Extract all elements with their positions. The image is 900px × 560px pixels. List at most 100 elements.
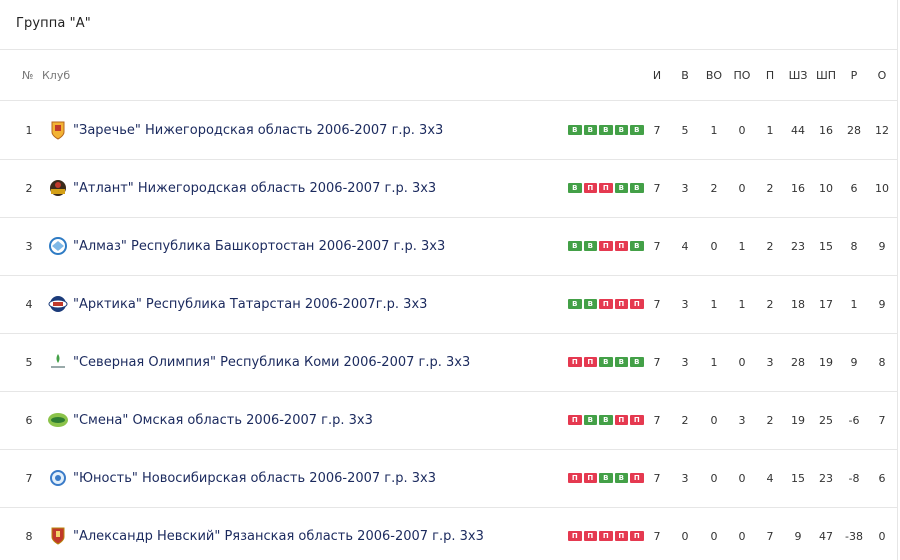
club-link[interactable]: "Юность" Новосибирская область 2006-2007… <box>73 449 436 507</box>
recent-form: ВППВВ <box>568 159 644 217</box>
header-points[interactable]: О <box>870 50 894 100</box>
form-win-badge: В <box>614 473 628 483</box>
club-link[interactable]: "Смена" Омская область 2006-2007 г.р. 3х… <box>73 391 373 449</box>
form-loss-badge: П <box>568 415 582 425</box>
cell-points: 0 <box>878 529 886 543</box>
form-win-badge: В <box>568 241 582 251</box>
cell-goals-scored: 23 <box>791 239 805 253</box>
table-row[interactable]: 2 "Атлант" Нижегородская область 2006-200… <box>0 159 897 217</box>
form-loss-badge: П <box>599 241 613 251</box>
cell-goal-difference: 8 <box>850 239 858 253</box>
form-win-badge: В <box>614 183 628 193</box>
cell-goals-conceded: 19 <box>819 355 833 369</box>
form-win-badge: В <box>568 183 582 193</box>
row-position: 5 <box>25 355 33 369</box>
header-pos: № <box>22 68 34 82</box>
club-link[interactable]: "Северная Олимпия" Республика Коми 2006-… <box>73 333 470 391</box>
cell-points: 6 <box>878 471 886 485</box>
form-loss-badge: П <box>614 241 628 251</box>
cell-overtime-losses: 0 <box>738 181 746 195</box>
cell-goals-scored: 28 <box>791 355 805 369</box>
row-position: 2 <box>25 181 33 195</box>
cell-goal-difference: 28 <box>847 123 861 137</box>
form-win-badge: В <box>583 125 597 135</box>
table-header: № Клуб И В ВО ПО П ШЗ ШП Р О <box>0 50 897 100</box>
cell-losses: 2 <box>766 413 774 427</box>
form-loss-badge: П <box>583 183 597 193</box>
cell-wins: 4 <box>681 239 689 253</box>
form-win-badge: В <box>568 299 582 309</box>
cell-games: 7 <box>653 181 661 195</box>
club-link[interactable]: "Арктика" Республика Татарстан 2006-2007… <box>73 275 427 333</box>
table-row[interactable]: 7 "Юность" Новосибирская область 2006-200… <box>0 449 897 507</box>
club-logo-yunost-icon <box>47 449 69 507</box>
cell-losses: 3 <box>766 355 774 369</box>
form-loss-badge: П <box>583 531 597 541</box>
club-logo-smena-icon <box>47 391 69 449</box>
cell-goal-difference: -8 <box>848 471 860 485</box>
group-title: Группа "А" <box>16 16 91 31</box>
cell-goals-conceded: 17 <box>819 297 833 311</box>
form-win-badge: В <box>614 125 628 135</box>
cell-losses: 2 <box>766 239 774 253</box>
club-link[interactable]: "Александр Невский" Рязанская область 20… <box>73 507 484 560</box>
form-loss-badge: П <box>583 473 597 483</box>
cell-goal-difference: -6 <box>848 413 860 427</box>
row-position: 1 <box>25 123 33 137</box>
form-win-badge: В <box>614 357 628 367</box>
club-link[interactable]: "Заречье" Нижегородская область 2006-200… <box>73 101 443 159</box>
table-row[interactable]: 1 "Заречье" Нижегородская область 2006-20… <box>0 101 897 159</box>
cell-goals-scored: 16 <box>791 181 805 195</box>
cell-overtime-wins: 1 <box>710 123 718 137</box>
form-win-badge: В <box>583 299 597 309</box>
cell-games: 7 <box>653 413 661 427</box>
table-row[interactable]: 5 "Северная Олимпия" Республика Коми 2006… <box>0 333 897 391</box>
club-logo-almaz-icon <box>47 217 69 275</box>
form-loss-badge: П <box>568 473 582 483</box>
table-right-border <box>897 0 898 560</box>
table-row[interactable]: 8 "Александр Невский" Рязанская область 2… <box>0 507 897 560</box>
cell-overtime-wins: 2 <box>710 181 718 195</box>
cell-games: 7 <box>653 239 661 253</box>
header-wins[interactable]: В <box>673 50 697 100</box>
cell-points: 10 <box>875 181 889 195</box>
header-goal-difference[interactable]: Р <box>842 50 866 100</box>
form-win-badge: В <box>599 125 613 135</box>
form-loss-badge: П <box>630 299 644 309</box>
recent-form: ВВВВВ <box>568 101 644 159</box>
table-row[interactable]: 6 "Смена" Омская область 2006-2007 г.р. 3… <box>0 391 897 449</box>
club-link[interactable]: "Алмаз" Республика Башкортостан 2006-200… <box>73 217 445 275</box>
cell-goals-scored: 15 <box>791 471 805 485</box>
cell-overtime-wins: 0 <box>710 239 718 253</box>
form-loss-badge: П <box>583 357 597 367</box>
cell-goals-conceded: 23 <box>819 471 833 485</box>
header-games[interactable]: И <box>645 50 669 100</box>
cell-goals-conceded: 25 <box>819 413 833 427</box>
header-losses[interactable]: П <box>758 50 782 100</box>
form-win-badge: В <box>630 125 644 135</box>
club-logo-arktika-icon <box>47 275 69 333</box>
cell-games: 7 <box>653 471 661 485</box>
table-row[interactable]: 3 "Алмаз" Республика Башкортостан 2006-20… <box>0 217 897 275</box>
header-goals-conceded[interactable]: ШП <box>814 50 838 100</box>
row-position: 6 <box>25 413 33 427</box>
recent-form: ПВВПП <box>568 391 644 449</box>
form-win-badge: В <box>568 125 582 135</box>
header-overtime-wins[interactable]: ВО <box>702 50 726 100</box>
header-goals-scored[interactable]: ШЗ <box>786 50 810 100</box>
cell-points: 12 <box>875 123 889 137</box>
club-link[interactable]: "Атлант" Нижегородская область 2006-2007… <box>73 159 436 217</box>
header-club[interactable]: Клуб <box>42 50 70 100</box>
cell-wins: 3 <box>681 297 689 311</box>
cell-wins: 3 <box>681 181 689 195</box>
cell-wins: 3 <box>681 471 689 485</box>
table-row[interactable]: 4 "Арктика" Республика Татарстан 2006-200… <box>0 275 897 333</box>
form-loss-badge: П <box>630 473 644 483</box>
row-position: 3 <box>25 239 33 253</box>
cell-goal-difference: -38 <box>845 529 863 543</box>
header-overtime-losses[interactable]: ПО <box>730 50 754 100</box>
cell-goals-conceded: 47 <box>819 529 833 543</box>
form-loss-badge: П <box>630 531 644 541</box>
cell-losses: 4 <box>766 471 774 485</box>
cell-wins: 2 <box>681 413 689 427</box>
